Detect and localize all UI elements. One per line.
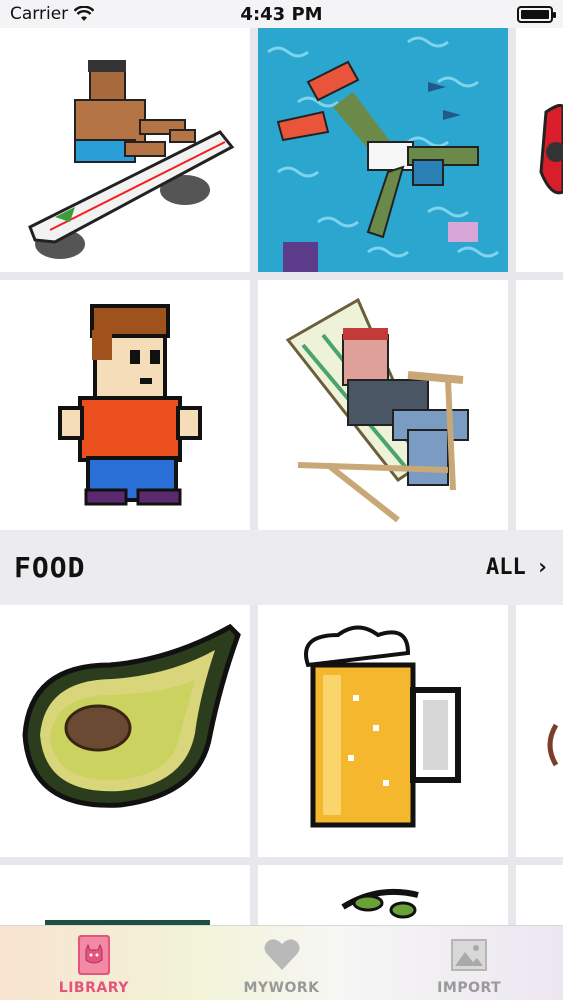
see-all-button[interactable]: ALL › (486, 555, 549, 580)
artwork-tile-diver[interactable] (258, 22, 508, 272)
section-title: FOOD (14, 551, 86, 584)
artwork-tile-surfer[interactable] (0, 22, 250, 272)
artwork-tile-beach-chair[interactable] (258, 280, 508, 530)
artwork-tile-food-item[interactable] (0, 865, 250, 927)
food-section-header: FOOD ALL › (0, 530, 563, 605)
food-item-artwork (0, 865, 250, 927)
artwork-tile-olive[interactable] (258, 865, 508, 927)
heart-icon (264, 939, 299, 970)
artwork-tile-boy[interactable] (0, 280, 250, 530)
red-car-artwork (516, 22, 563, 272)
see-all-label: ALL (486, 555, 526, 580)
tab-bar: LIBRARY MYWORK IMPORT (0, 925, 563, 1000)
battery-icon (517, 5, 556, 23)
artwork-tile-food-partial[interactable] (516, 605, 563, 857)
artwork-tile-partial-blank[interactable] (516, 280, 563, 530)
artwork-tile-food-partial-2[interactable] (516, 865, 563, 927)
beach-chair-artwork (258, 280, 508, 530)
beer-mug-artwork (258, 605, 508, 857)
avocado-artwork (0, 605, 250, 857)
tab-import[interactable]: IMPORT (375, 926, 563, 1000)
food-partial-artwork (516, 605, 563, 857)
status-bar: Carrier 4:43 PM (0, 0, 563, 28)
carrier-label: Carrier (10, 4, 69, 24)
artwork-tile-beer[interactable] (258, 605, 508, 857)
boy-artwork (0, 280, 250, 530)
artwork-tile-car-partial[interactable] (516, 22, 563, 272)
wifi-icon (74, 6, 95, 21)
tab-mywork-label: MYWORK (243, 980, 320, 996)
tab-import-label: IMPORT (437, 980, 502, 996)
artwork-tile-avocado[interactable] (0, 605, 250, 857)
book-cat-icon (77, 935, 110, 975)
tab-mywork[interactable]: MYWORK (188, 926, 376, 1000)
tab-library-label: LIBRARY (58, 980, 129, 996)
olive-branch-artwork (258, 865, 508, 927)
tab-library[interactable]: LIBRARY (0, 926, 188, 1000)
diver-artwork (258, 22, 508, 272)
image-icon (451, 939, 488, 971)
surfer-artwork (0, 22, 250, 272)
chevron-right-icon: › (535, 555, 549, 580)
